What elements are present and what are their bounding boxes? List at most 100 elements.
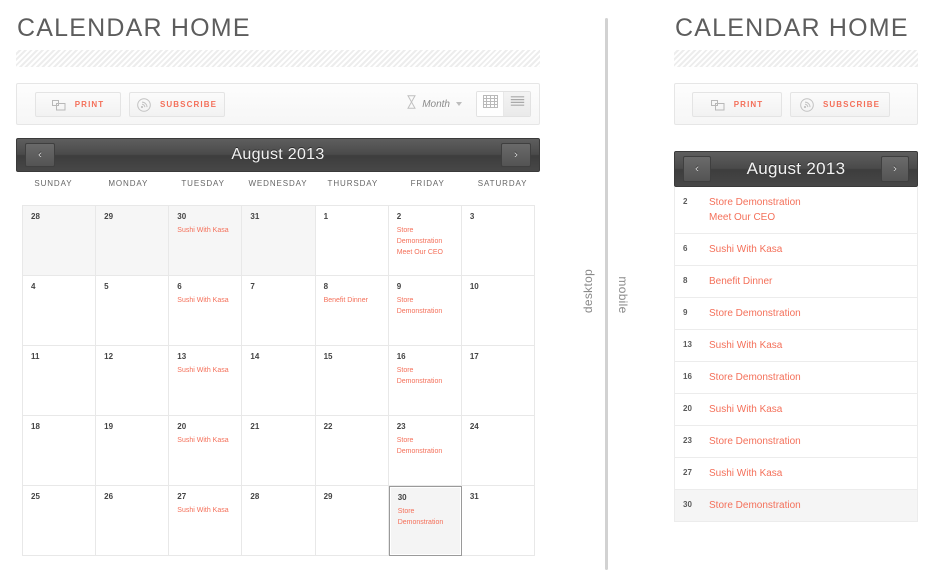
mobile-event-row[interactable]: 30 Store Demonstration — [675, 490, 917, 521]
hatched-divider-band — [16, 50, 540, 67]
day-number: 11 — [31, 352, 40, 361]
calendar-day-cell[interactable]: 23 Store Demonstration — [388, 416, 462, 486]
subscribe-button[interactable]: SUBSCRIBE — [129, 92, 225, 117]
mobile-event[interactable]: Store Demonstration — [709, 195, 907, 210]
calendar-event[interactable]: Sushi With Kasa — [177, 436, 235, 447]
printer-icon — [51, 99, 66, 111]
next-month-button[interactable]: › — [501, 143, 531, 167]
calendar-day-cell[interactable]: 26 — [96, 486, 170, 556]
calendar-day-cell[interactable]: 16 Store Demonstration — [388, 346, 462, 416]
calendar-day-cell[interactable]: 10 — [461, 276, 535, 346]
mobile-event-row[interactable]: 6 Sushi With Kasa — [675, 234, 917, 266]
mobile-day-number: 8 — [683, 276, 688, 285]
mobile-event[interactable]: Meet Our CEO — [709, 210, 907, 225]
period-select[interactable]: Month — [407, 94, 462, 114]
mobile-event-row[interactable]: 2 Store Demonstration Meet Our CEO — [675, 187, 917, 234]
calendar-day-cell[interactable]: 17 — [461, 346, 535, 416]
calendar-event[interactable]: Store Demonstration — [397, 296, 455, 318]
print-button[interactable]: PRINT — [35, 92, 121, 117]
calendar-event[interactable]: Meet Our CEO — [397, 248, 455, 259]
calendar-day-cell[interactable]: 31 — [242, 206, 316, 276]
calendar-day-cell[interactable]: 24 — [461, 416, 535, 486]
calendar-event[interactable]: Benefit Dinner — [324, 296, 382, 307]
mobile-event-row[interactable]: 16 Store Demonstration — [675, 362, 917, 394]
mobile-event-row[interactable]: 13 Sushi With Kasa — [675, 330, 917, 362]
mobile-event[interactable]: Sushi With Kasa — [709, 466, 907, 481]
calendar-day-cell[interactable]: 29 — [96, 206, 170, 276]
calendar-event[interactable]: Store Demonstration — [397, 226, 455, 248]
mobile-event-row[interactable]: 27 Sushi With Kasa — [675, 458, 917, 490]
mobile-event-titles: Sushi With Kasa — [709, 242, 907, 257]
list-view-button[interactable] — [503, 92, 530, 116]
day-number: 17 — [469, 352, 479, 361]
day-number: 26 — [104, 492, 114, 501]
mobile-event-row[interactable]: 20 Sushi With Kasa — [675, 394, 917, 426]
calendar-event[interactable]: Sushi With Kasa — [177, 296, 235, 307]
calendar-day-cell[interactable]: 25 — [23, 486, 97, 556]
mobile-subscribe-button-label: SUBSCRIBE — [822, 100, 881, 109]
calendar-day-cell[interactable]: 11 — [23, 346, 97, 416]
mobile-event[interactable]: Store Demonstration — [709, 434, 907, 449]
day-number: 29 — [323, 492, 333, 501]
calendar-day-cell[interactable]: 14 — [242, 346, 316, 416]
calendar-event[interactable]: Sushi With Kasa — [177, 506, 235, 517]
mobile-subscribe-button[interactable]: SUBSCRIBE — [790, 92, 890, 117]
calendar-event[interactable]: Store Demonstration — [397, 366, 455, 388]
calendar-day-cell[interactable]: 4 — [23, 276, 97, 346]
calendar-day-cell[interactable]: 1 — [315, 206, 389, 276]
calendar-day-cell[interactable]: 27 Sushi With Kasa — [169, 486, 243, 556]
calendar-event[interactable]: Store Demonstration — [397, 436, 455, 458]
mobile-event[interactable]: Sushi With Kasa — [709, 338, 907, 353]
mobile-event-row[interactable]: 8 Benefit Dinner — [675, 266, 917, 298]
calendar-day-cell[interactable]: 9 Store Demonstration — [388, 276, 462, 346]
calendar-day-cell[interactable]: 22 — [315, 416, 389, 486]
mobile-event[interactable]: Benefit Dinner — [709, 274, 907, 289]
calendar-day-cell[interactable]: 2 Store Demonstration Meet Our CEO — [388, 206, 462, 276]
mobile-event-titles: Store Demonstration — [709, 306, 907, 321]
mobile-event-row[interactable]: 23 Store Demonstration — [675, 426, 917, 458]
calendar-day-cell[interactable]: 12 — [96, 346, 170, 416]
mobile-month-title: August 2013 — [746, 159, 846, 178]
calendar-day-cell[interactable]: 13 Sushi With Kasa — [169, 346, 243, 416]
mobile-next-month-button[interactable]: › — [881, 156, 909, 182]
weekday-header-row: SUNDAY MONDAY TUESDAY WEDNESDAY THURSDAY FRID… — [16, 179, 540, 188]
calendar-day-cell[interactable]: 8 Benefit Dinner — [315, 276, 389, 346]
day-number: 19 — [104, 422, 114, 431]
calendar-event[interactable]: Store Demonstration — [398, 507, 455, 529]
calendar-day-cell[interactable]: 30 Sushi With Kasa — [169, 206, 243, 276]
calendar-day-cell[interactable]: 28 — [23, 206, 97, 276]
previous-month-button[interactable]: ‹ — [25, 143, 55, 167]
calendar-day-cell[interactable]: 15 — [315, 346, 389, 416]
calendar-day-cell[interactable]: 21 — [242, 416, 316, 486]
grid-view-icon — [482, 95, 498, 113]
mobile-print-button[interactable]: PRINT — [692, 92, 782, 117]
mobile-event[interactable]: Store Demonstration — [709, 370, 907, 385]
mobile-event[interactable]: Store Demonstration — [709, 306, 907, 321]
day-number: 14 — [250, 352, 260, 361]
calendar-day-cell[interactable]: 31 — [461, 486, 535, 556]
mobile-event-row[interactable]: 9 Store Demonstration — [675, 298, 917, 330]
calendar-day-cell[interactable]: 20 Sushi With Kasa — [169, 416, 243, 486]
mobile-day-number: 6 — [683, 244, 688, 253]
weekday-label: THURSDAY — [327, 179, 379, 188]
subscribe-circle-icon — [800, 97, 814, 112]
mobile-previous-month-button[interactable]: ‹ — [683, 156, 711, 182]
period-select-value: Month — [422, 98, 450, 110]
calendar-event[interactable]: Sushi With Kasa — [177, 226, 235, 237]
mobile-page-title: CALENDAR HOME — [675, 14, 909, 42]
calendar-day-cell[interactable]: 30 Store Demonstration — [388, 486, 462, 556]
calendar-day-cell[interactable]: 7 — [242, 276, 316, 346]
grid-view-button[interactable] — [477, 92, 503, 116]
calendar-day-cell[interactable]: 6 Sushi With Kasa — [169, 276, 243, 346]
divider-label-mobile: mobile — [616, 276, 630, 314]
calendar-day-cell[interactable]: 19 — [96, 416, 170, 486]
mobile-event[interactable]: Sushi With Kasa — [709, 402, 907, 417]
calendar-day-cell[interactable]: 29 — [315, 486, 389, 556]
calendar-day-cell[interactable]: 28 — [242, 486, 316, 556]
mobile-event[interactable]: Sushi With Kasa — [709, 242, 907, 257]
calendar-day-cell[interactable]: 18 — [23, 416, 97, 486]
mobile-event[interactable]: Store Demonstration — [709, 498, 907, 513]
calendar-day-cell[interactable]: 3 — [461, 206, 535, 276]
calendar-day-cell[interactable]: 5 — [96, 276, 170, 346]
calendar-event[interactable]: Sushi With Kasa — [177, 366, 235, 377]
